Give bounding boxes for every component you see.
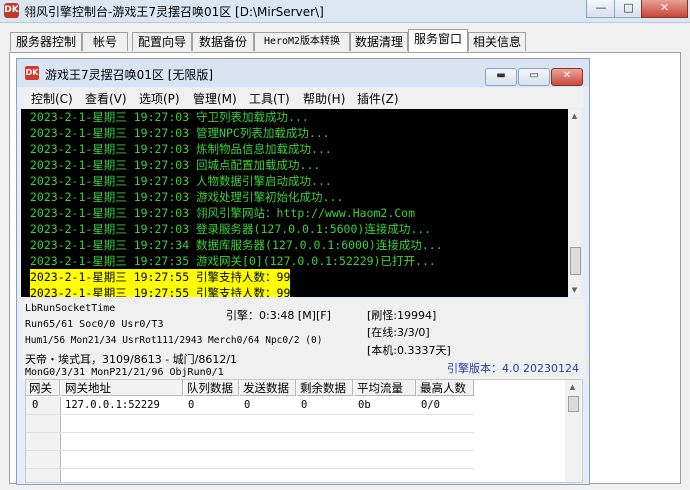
log-line: 2023-2-1-星期三 19:27:03 炼制物品信息加载成功... [30, 142, 332, 156]
log-console[interactable]: 2023-2-1-星期三 19:27:03 守卫列表加载成功... 2023-2… [21, 109, 581, 297]
log-line: 2023-2-1-星期三 19:27:03 翎风引擎网站：http://www.… [30, 206, 416, 220]
table-scrollbar[interactable]: ▲ [565, 380, 581, 482]
close-icon[interactable]: ✕ [641, 0, 688, 18]
log-line: 2023-2-1-星期三 19:27:03 守卫列表加载成功... [30, 110, 309, 124]
menu-view[interactable]: 查看(V) [85, 90, 127, 107]
run-stats: Run65/61 Soc0/0 Usr0/T3 [25, 319, 164, 330]
log-line: 2023-2-1-星期三 19:27:03 游戏处理引擎初始化成功... [30, 190, 344, 204]
run-socket-time: LbRunSocketTime [25, 303, 116, 314]
maximize-icon[interactable]: □ [614, 0, 643, 18]
server-close-icon[interactable]: ✕ [551, 68, 583, 86]
row-divider [26, 432, 474, 433]
online-count: [在线:3/3/0] [367, 326, 430, 339]
log-line: 2023-2-1-星期三 19:27:35 游戏网关[0](127.0.0.1:… [30, 254, 436, 268]
status-panel: LbRunSocketTime 引擎：0:3:48 [M][F] [刷怪:199… [21, 299, 585, 381]
location-stats: 天帝・埃式耳，3109/8613 - 城门/8612/1 [25, 353, 238, 366]
scroll-thumb[interactable] [570, 247, 581, 275]
menu-control[interactable]: 控制(C) [31, 90, 73, 107]
menu-manage[interactable]: 管理(M) [193, 90, 237, 107]
column-header[interactable]: 网关 [26, 380, 60, 396]
outer-titlebar: DK 翎风引擎控制台-游戏王7灵摆召唤01区 [D:\MirServer\] —… [0, 0, 690, 23]
tab-data-backup[interactable]: 数据备份 [192, 32, 254, 51]
mon-stats: MonG0/3/31 MonP21/21/96 ObjRun0/1 [25, 367, 224, 378]
log-line-highlighted: 2023-2-1-星期三 19:27:55 引擎支持人数：99 [30, 285, 291, 297]
server-maximize-icon[interactable]: ▭ [518, 68, 550, 86]
table-cell: 0 [244, 399, 251, 411]
column-header[interactable]: 网关地址 [61, 380, 183, 396]
log-line: 2023-2-1-星期三 19:27:34 数据库服务器(127.0.0.1:6… [30, 238, 443, 252]
minimize-icon[interactable]: — [586, 0, 616, 18]
server-window: DK 游戏王7灵摆召唤01区 [无限版] ▬ ▭ ✕ 控制(C) 查看(V) 选… [16, 58, 590, 485]
row-divider [26, 450, 474, 451]
tab-server-control[interactable]: 服务器控制 [10, 32, 82, 51]
window-title: 翎风引擎控制台-游戏王7灵摆召唤01区 [D:\MirServer\] [24, 5, 324, 19]
menu-options[interactable]: 选项(P) [139, 90, 180, 107]
tab-config-wizard[interactable]: 配置向导 [132, 32, 192, 51]
scroll-down-icon[interactable]: ▼ [568, 283, 581, 297]
row-header [26, 433, 61, 451]
table-cell: 0/0 [421, 399, 440, 411]
tab-data-cleanup[interactable]: 数据清理 [350, 32, 408, 51]
server-minimize-icon[interactable]: ▬ [485, 68, 517, 86]
table-cell: 0 [301, 399, 308, 411]
log-scrollbar[interactable]: ▲ ▼ [568, 109, 581, 297]
log-line: 2023-2-1-星期三 19:27:03 登录服务器(127.0.0.1:56… [30, 222, 432, 236]
tab-related-info[interactable]: 相关信息 [468, 32, 526, 51]
column-header[interactable]: 剩余数据 [297, 380, 353, 396]
log-line-highlighted: 2023-2-1-星期三 19:27:55 引擎支持人数：99 [30, 269, 291, 285]
row-divider [26, 468, 474, 469]
hum-stats: Hum1/56 Mon21/34 UsrRot111/2943 Merch0/6… [25, 335, 323, 346]
server-window-titlebar: DK 游戏王7灵摆召唤01区 [无限版] ▬ ▭ ✕ [17, 59, 589, 87]
engine-uptime: 引擎：0:3:48 [M][F] [226, 309, 331, 322]
local-uptime: [本机:0.3337天] [367, 344, 451, 357]
log-line: 2023-2-1-星期三 19:27:03 回城点配置加载成功... [30, 158, 321, 172]
row-header [26, 451, 61, 469]
column-header[interactable]: 最高人数 [417, 380, 474, 396]
server-app-icon: DK [25, 66, 39, 80]
table-cell: 0 [32, 399, 39, 411]
scroll-up-icon[interactable]: ▲ [566, 380, 579, 394]
scroll-up-icon[interactable]: ▲ [568, 109, 581, 123]
row-divider [26, 414, 474, 415]
refresh-monster: [刷怪:19994] [367, 309, 437, 322]
table-cell: 0 [188, 399, 195, 411]
tab-service-window[interactable]: 服务窗口 [408, 29, 468, 52]
tab-herom2-convert[interactable]: HeroM2版本转换 [254, 32, 350, 51]
menu-tools[interactable]: 工具(T) [249, 90, 290, 107]
menu-plugins[interactable]: 插件(Z) [357, 90, 399, 107]
app-icon: DK [4, 3, 19, 18]
table-cell: 127.0.0.1:52229 [65, 399, 160, 411]
engine-version: 引擎版本：4.0 20230124 [447, 362, 579, 375]
column-header[interactable]: 发送数据 [240, 380, 296, 396]
column-header[interactable]: 队列数据 [184, 380, 239, 396]
scroll-thumb[interactable] [568, 396, 579, 412]
menu-bar: 控制(C) 查看(V) 选项(P) 管理(M) 工具(T) 帮助(H) 插件(Z… [23, 88, 583, 108]
column-header[interactable]: 平均流量 [354, 380, 416, 396]
server-window-title: 游戏王7灵摆召唤01区 [无限版] [45, 68, 214, 82]
gateway-table[interactable]: 网关 网关地址 队列数据 发送数据 剩余数据 平均流量 最高人数 0 127.0… [25, 379, 583, 483]
table-cell: 0b [358, 399, 371, 411]
tab-account[interactable]: 帐号 [82, 32, 128, 51]
log-line: 2023-2-1-星期三 19:27:03 管理NPC列表加载成功... [30, 126, 330, 140]
log-line: 2023-2-1-星期三 19:27:03 人物数据引擎启动成功... [30, 174, 332, 188]
row-header [26, 415, 61, 433]
row-header [26, 469, 61, 482]
menu-help[interactable]: 帮助(H) [303, 90, 345, 107]
